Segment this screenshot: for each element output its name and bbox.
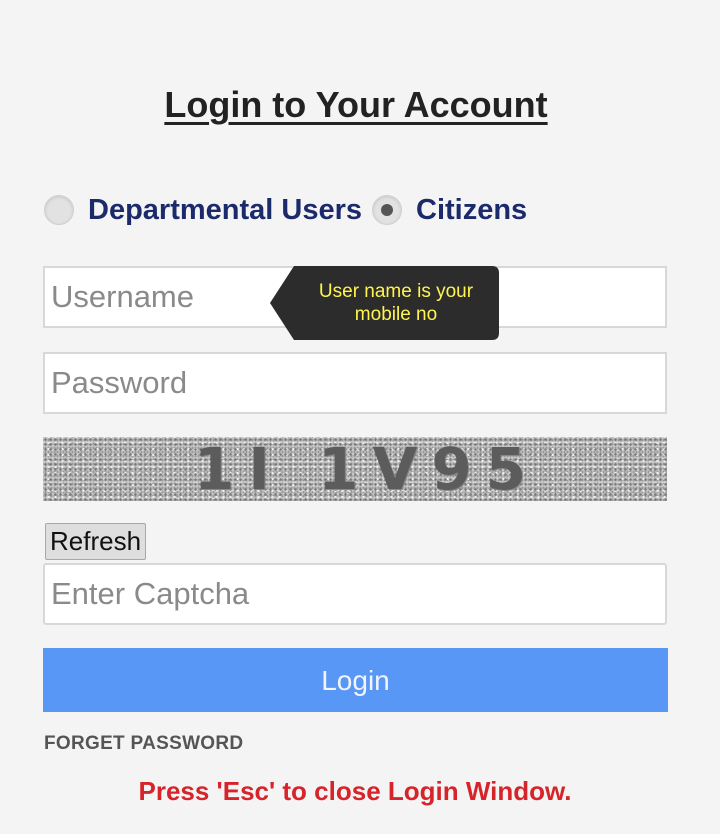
radio-selected-dot	[381, 204, 393, 216]
refresh-captcha-button[interactable]: Refresh	[45, 523, 147, 560]
radio-label-citizens[interactable]: Citizens	[416, 194, 527, 227]
page-title: Login to Your Account	[164, 84, 548, 125]
login-button[interactable]: Login	[43, 648, 668, 712]
esc-close-notice: Press 'Esc' to close Login Window.	[138, 776, 572, 806]
radio-citizens[interactable]	[372, 195, 402, 225]
tooltip-text: User name is your mobile no	[318, 281, 474, 325]
user-type-radio-group: Departmental Users Citizens	[44, 188, 527, 232]
captcha-input[interactable]	[43, 563, 667, 625]
password-input[interactable]	[43, 352, 667, 414]
forget-password-link[interactable]: FORGET PASSWORD	[44, 733, 243, 755]
username-tooltip: User name is your mobile no	[270, 266, 500, 340]
captcha-text: 1I 1V95	[193, 437, 541, 501]
radio-departmental-users[interactable]	[44, 195, 74, 225]
radio-label-departmental-users[interactable]: Departmental Users	[88, 194, 362, 227]
captcha-image: 1I 1V95	[43, 437, 667, 501]
